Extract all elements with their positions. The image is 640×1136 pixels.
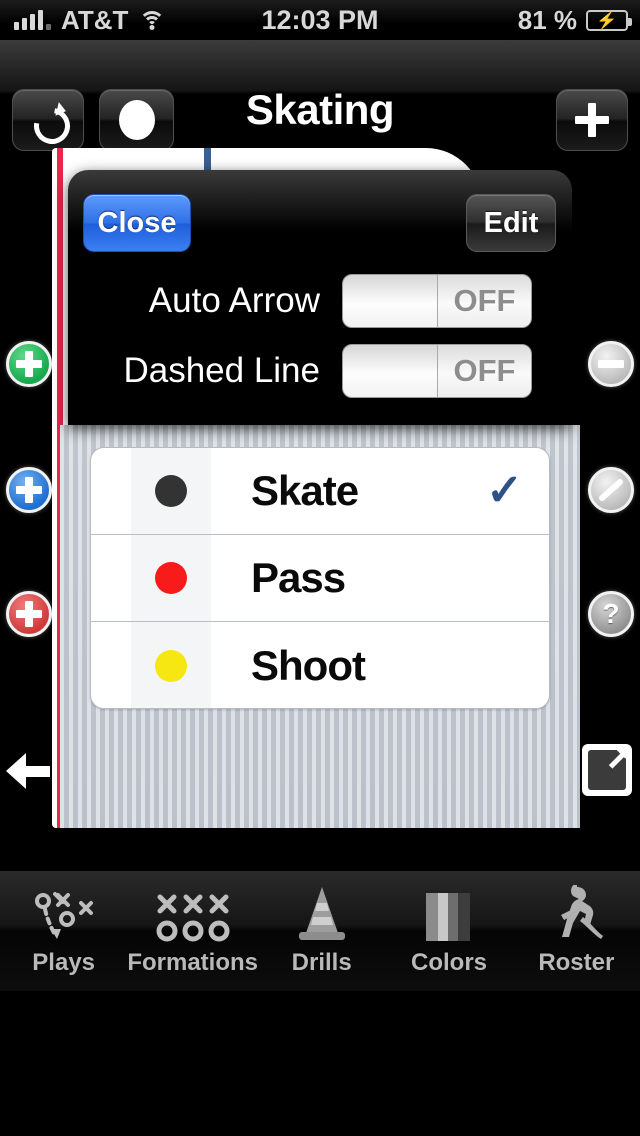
battery-charging-icon: ⚡ [586, 9, 632, 31]
plus-circle-icon [16, 351, 42, 377]
clock-label: 12:03 PM [261, 4, 379, 35]
remove-button[interactable] [588, 341, 634, 387]
color-bars-icon [422, 885, 476, 943]
formations-xo-icon [154, 885, 232, 943]
tab-label: Drills [291, 949, 352, 976]
minus-circle-icon [598, 360, 624, 368]
plus-icon [575, 103, 609, 137]
list-item-label: Pass [251, 554, 346, 601]
tab-label: Colors [411, 949, 488, 976]
tab-label: Plays [32, 949, 96, 976]
navigation-bar: Skating [0, 40, 640, 151]
auto-arrow-label: Auto Arrow [148, 281, 320, 320]
setting-row-auto-arrow: Auto Arrow OFF [68, 266, 572, 336]
checkmark-icon: ✓ [486, 466, 523, 515]
back-button[interactable] [6, 748, 52, 794]
share-button[interactable] [582, 741, 634, 796]
plus-circle-icon [16, 477, 42, 503]
line-circle-icon [597, 477, 625, 503]
add-green-player-button[interactable] [6, 341, 52, 387]
list-item-label: Skate [251, 467, 359, 514]
toggle-knob [343, 275, 438, 327]
dashed-line-state: OFF [438, 345, 531, 397]
share-export-icon [588, 741, 634, 790]
add-blue-player-button[interactable] [6, 467, 52, 513]
list-item[interactable]: Skate ✓ [91, 448, 549, 535]
add-button[interactable] [556, 89, 628, 151]
tab-bar: Plays Formations Drills Colors Roster [0, 871, 640, 991]
list-item-label: Shoot [251, 641, 366, 689]
auto-arrow-toggle[interactable]: OFF [342, 274, 532, 328]
tab-formations[interactable]: Formations [127, 871, 258, 991]
edit-button[interactable]: Edit [466, 194, 556, 252]
tab-colors[interactable]: Colors [385, 871, 512, 991]
list-item[interactable]: Shoot [91, 622, 549, 708]
tab-label: Roster [538, 949, 615, 976]
action-type-list: Skate ✓ Pass Shoot [90, 447, 550, 709]
auto-arrow-state: OFF [438, 275, 531, 327]
status-bar: AT&T 12:03 PM 81 % ⚡ [0, 0, 640, 40]
close-button[interactable]: Close [83, 194, 191, 252]
tab-roster[interactable]: Roster [513, 871, 640, 991]
settings-modal: Close Edit Auto Arrow OFF Dashed Line OF… [68, 170, 572, 425]
line-tool-button[interactable] [588, 467, 634, 513]
swatch-cell [131, 622, 211, 708]
color-dot [155, 649, 187, 682]
dashed-line-label: Dashed Line [123, 351, 320, 390]
tab-label: Formations [127, 949, 259, 976]
color-dot [155, 475, 187, 507]
swatch-cell [131, 448, 211, 534]
footer-area [0, 991, 640, 1136]
dashed-line-toggle[interactable]: OFF [342, 344, 532, 398]
modal-header: Close Edit [68, 170, 572, 266]
setting-row-dashed-line: Dashed Line OFF [68, 336, 572, 406]
page-title: Skating [245, 86, 395, 133]
cone-icon [293, 885, 351, 943]
color-dot [155, 562, 187, 594]
help-button[interactable]: ? [588, 591, 634, 637]
tab-plays[interactable]: Plays [0, 871, 127, 991]
toggle-knob [343, 345, 438, 397]
swatch-cell [131, 535, 211, 621]
plus-circle-icon [16, 601, 42, 627]
blue-line-top [204, 148, 211, 172]
question-mark-circle-icon: ? [602, 598, 620, 629]
tab-drills[interactable]: Drills [258, 871, 385, 991]
app-root: AT&T 12:03 PM 81 % ⚡ Skating Close Edit … [0, 0, 640, 1136]
plays-diagram-icon [33, 885, 95, 943]
list-item[interactable]: Pass [91, 535, 549, 622]
hockey-player-icon [543, 885, 609, 943]
add-red-player-button[interactable] [6, 591, 52, 637]
